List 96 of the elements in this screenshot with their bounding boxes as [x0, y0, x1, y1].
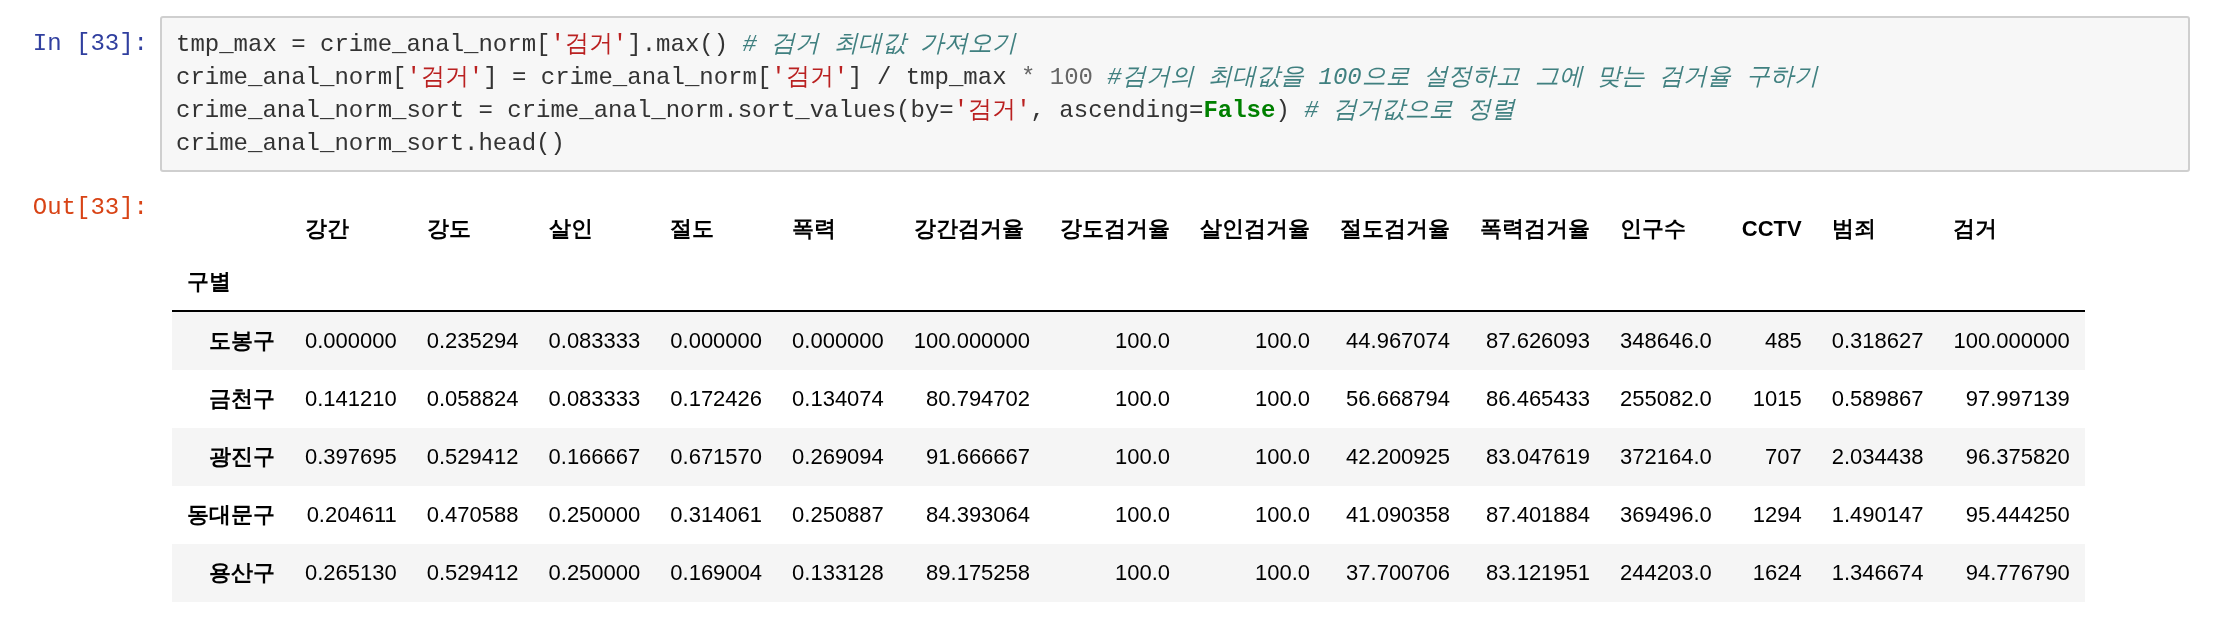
column-header: 범죄 — [1830, 215, 1877, 243]
code-line: tmp_max = crime_anal_norm['검거'].max() # 검거 최대값 가져오기 — [176, 30, 1017, 60]
table-cell: 80.794702 — [898, 370, 1046, 428]
table-cell: 100.0 — [1045, 428, 1186, 486]
column-header: 폭력 — [791, 215, 838, 243]
table-cell: 100.000000 — [1938, 311, 2085, 370]
table-cell: 1015 — [1726, 370, 1817, 428]
column-header: 절도검거율 — [1339, 215, 1452, 243]
column-header: 강도검거율 — [1059, 215, 1172, 243]
column-header: 절도 — [669, 215, 716, 243]
table-cell: 0.529412 — [411, 428, 534, 486]
table-cell: 97.997139 — [1938, 370, 2085, 428]
table-cell: 0.166667 — [533, 428, 656, 486]
table-cell: 87.401884 — [1465, 486, 1606, 544]
input-prompt: In [33]: — [31, 29, 149, 57]
table-cell: 372164.0 — [1605, 428, 1727, 486]
table-cell: 1.346674 — [1816, 544, 1939, 602]
column-header: 살인검거율 — [1199, 215, 1312, 243]
table-cell: 100.0 — [1045, 544, 1186, 602]
code-line: crime_anal_norm_sort = crime_anal_norm.sort_values(by='검거', ascending=False) # 검거값으로 정렬 — [176, 96, 1516, 126]
table-cell: 100.0 — [1185, 311, 1326, 370]
table-cell: 369496.0 — [1605, 486, 1727, 544]
table-cell: 0.470588 — [411, 486, 534, 544]
table-cell: 100.0 — [1045, 486, 1186, 544]
table-cell: 96.375820 — [1938, 428, 2085, 486]
table-cell: 0.083333 — [533, 370, 656, 428]
row-index: 용산구 — [172, 544, 290, 602]
table-cell: 44.967074 — [1325, 311, 1466, 370]
table-cell: 1624 — [1726, 544, 1817, 602]
table-cell: 0.589867 — [1816, 370, 1939, 428]
table-cell: 94.776790 — [1938, 544, 2085, 602]
column-header: CCTV — [1740, 215, 1803, 243]
table-cell: 91.666667 — [898, 428, 1046, 486]
table-cell: 89.175258 — [898, 544, 1046, 602]
column-header: 인구수 — [1619, 215, 1688, 243]
table-cell: 0.318627 — [1816, 311, 1939, 370]
table-cell: 0.083333 — [533, 311, 656, 370]
row-index: 도봉구 — [172, 311, 290, 370]
column-header: 검거 — [1952, 215, 1999, 243]
column-header: 강도 — [425, 215, 472, 243]
table-cell: 100.0 — [1185, 486, 1326, 544]
table-cell: 100.0 — [1045, 311, 1186, 370]
table-cell: 0.134074 — [777, 370, 899, 428]
table-cell: 0.671570 — [655, 428, 778, 486]
table-cell: 255082.0 — [1605, 370, 1727, 428]
table-cell: 100.000000 — [898, 311, 1046, 370]
table-cell: 0.397695 — [290, 428, 412, 486]
table-cell: 100.0 — [1185, 544, 1326, 602]
table-cell: 0.250887 — [777, 486, 899, 544]
table-cell: 0.000000 — [655, 311, 778, 370]
code-line: crime_anal_norm['검거'] = crime_anal_norm['검거'] / tmp_max * 100 #검거의 최대값을 100으로 설정하고 그에 맞는 검거율 구하기 — [176, 63, 1818, 93]
table-cell: 0.058824 — [411, 370, 534, 428]
table-cell: 83.121951 — [1465, 544, 1606, 602]
code-line: crime_anal_norm_sort.head() — [176, 129, 565, 159]
table-cell: 707 — [1726, 428, 1817, 486]
table-cell: 86.465433 — [1465, 370, 1606, 428]
table-cell: 0.000000 — [777, 311, 899, 370]
table-cell: 0.172426 — [655, 370, 778, 428]
table-cell: 1.490147 — [1816, 486, 1939, 544]
column-header: 살인 — [547, 215, 594, 243]
table-cell: 0.250000 — [533, 486, 656, 544]
table-cell: 87.626093 — [1465, 311, 1606, 370]
table-cell: 1294 — [1726, 486, 1817, 544]
table-cell: 0.250000 — [533, 544, 656, 602]
table-cell: 0.133128 — [777, 544, 899, 602]
table-cell: 42.200925 — [1325, 428, 1466, 486]
table-cell: 0.141210 — [290, 370, 412, 428]
row-index: 동대문구 — [172, 486, 290, 544]
table-cell: 485 — [1726, 311, 1817, 370]
table-cell: 0.529412 — [411, 544, 534, 602]
table-cell: 100.0 — [1185, 370, 1326, 428]
table-cell: 84.393064 — [898, 486, 1046, 544]
table-cell: 0.235294 — [411, 311, 534, 370]
row-index: 광진구 — [172, 428, 290, 486]
table-cell: 100.0 — [1185, 428, 1326, 486]
table-cell: 95.444250 — [1938, 486, 2085, 544]
table-cell: 0.000000 — [290, 311, 412, 370]
table-cell: 37.700706 — [1325, 544, 1466, 602]
table-cell: 83.047619 — [1465, 428, 1606, 486]
table-cell: 0.269094 — [777, 428, 899, 486]
code-editor[interactable] — [160, 16, 2190, 172]
column-header: 강간 — [304, 215, 350, 243]
table-cell: 0.169004 — [655, 544, 778, 602]
column-header: 폭력검거율 — [1479, 215, 1592, 243]
table-cell: 56.668794 — [1325, 370, 1466, 428]
table-cell: 0.204611 — [290, 486, 412, 544]
table-cell: 0.314061 — [655, 486, 778, 544]
table-cell: 244203.0 — [1605, 544, 1727, 602]
table-cell: 348646.0 — [1605, 311, 1727, 370]
output-prompt: Out[33]: — [31, 193, 149, 221]
row-index: 금천구 — [172, 370, 290, 428]
table-cell: 41.090358 — [1325, 486, 1466, 544]
table-cell: 2.034438 — [1816, 428, 1939, 486]
column-header: 강간검거율 — [912, 215, 1025, 243]
table-cell: 100.0 — [1045, 370, 1186, 428]
table-cell: 0.265130 — [290, 544, 412, 602]
